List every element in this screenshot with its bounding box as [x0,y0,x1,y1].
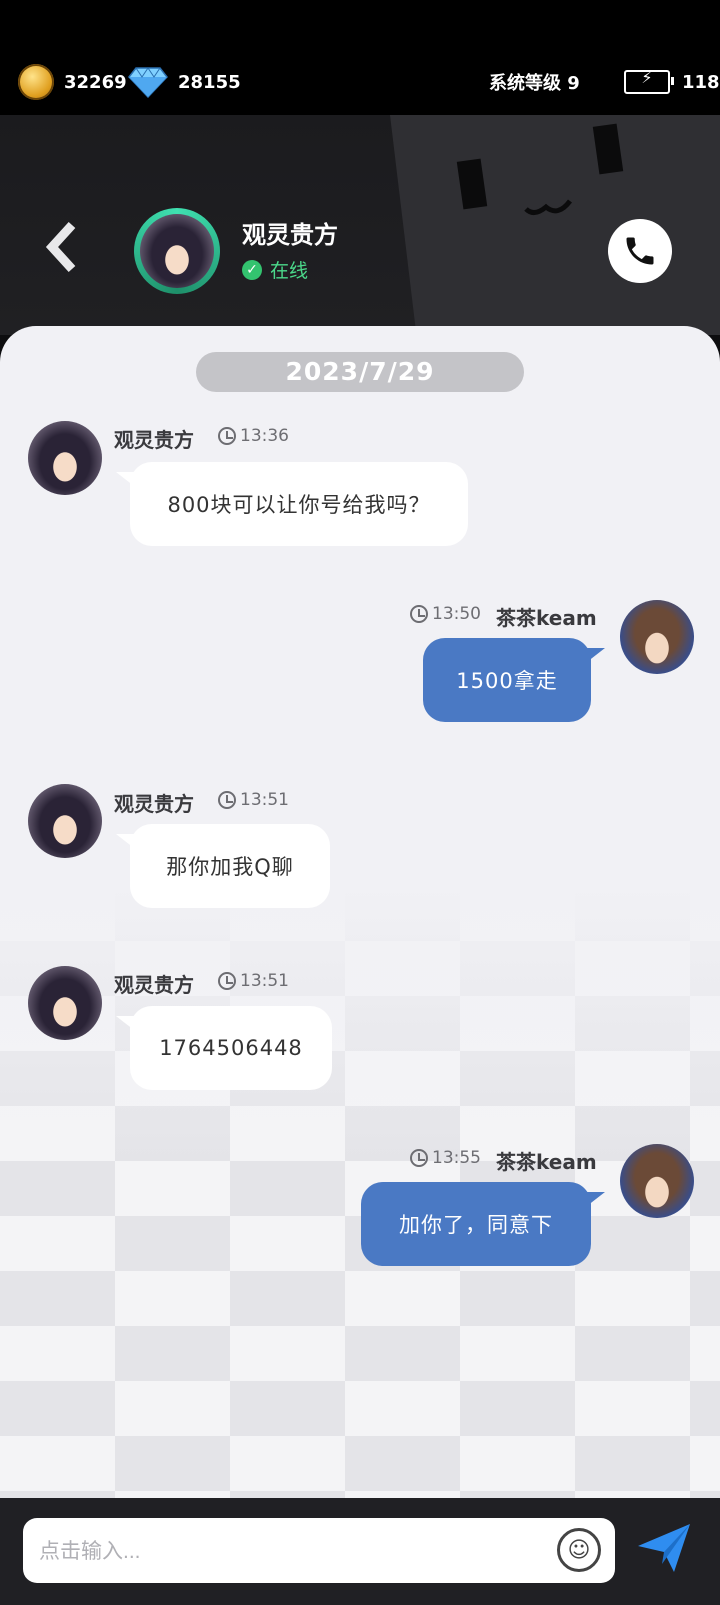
back-arrow-icon[interactable] [42,217,86,277]
time-text: 13:55 [432,1148,481,1168]
clock-icon [218,427,236,445]
system-level: 系统等级 9 [489,73,580,94]
sender-avatar[interactable] [620,600,694,674]
avatar [140,214,214,288]
check-icon: ✓ [242,259,262,280]
date-divider: 2023/7/29 [196,352,524,392]
clock-icon [218,972,236,990]
clock-icon [410,605,428,623]
online-label: 在线 [270,260,309,282]
phone-icon [626,237,654,265]
message-bubble[interactable]: 1764506448 [116,1006,332,1090]
message-time: 13:51 [218,971,289,991]
time-text: 13:36 [240,426,289,446]
message-time: 13:36 [218,426,289,446]
message-time: 13:50 [410,604,481,624]
checker-floor [0,886,720,1498]
message-time: 13:51 [218,790,289,810]
gem-counter: 28155 [128,66,241,98]
message-input-box[interactable]: ☺ [23,1518,615,1585]
energy-counter: ⚡ 118 [624,66,720,98]
clock-icon [410,1149,428,1167]
wall-background [390,115,720,335]
time-text: 13:51 [240,790,289,810]
message-time: 13:55 [410,1148,481,1168]
emoji-icon[interactable]: ☺ [557,1528,601,1572]
call-button[interactable] [608,219,672,283]
time-text: 13:51 [240,971,289,991]
contact-name: 观灵贵方 [242,221,338,249]
message-bubble[interactable]: 那你加我Q聊 [116,824,330,908]
chat-panel[interactable]: 2023/7/29 观灵贵方 13:36 800块可以让你号给我吗？ 茶茶kea… [0,326,720,1498]
clock-icon [218,791,236,809]
sender-avatar[interactable] [28,784,102,858]
chat-header [0,115,720,335]
sender-avatar[interactable] [28,421,102,495]
gem-value: 28155 [178,71,241,93]
wall-mouth [524,199,572,215]
sender-name: 观灵贵方 [114,792,194,816]
sender-name: 观灵贵方 [114,973,194,997]
sender-avatar[interactable] [28,966,102,1040]
sender-name: 茶茶keam [496,1150,597,1174]
coin-icon [18,64,54,100]
send-icon[interactable] [636,1520,692,1576]
coin-counter: 32269 [18,64,127,100]
online-status: ✓ 在线 [242,256,308,283]
contact-avatar[interactable] [134,208,220,294]
sender-name: 观灵贵方 [114,428,194,452]
message-bubble[interactable]: 加你了，同意下 [361,1182,605,1266]
time-text: 13:50 [432,604,481,624]
sender-avatar[interactable] [620,1144,694,1218]
battery-icon: ⚡ [624,68,674,94]
coin-value: 32269 [64,71,127,93]
input-bar: ☺ [0,1498,720,1605]
sender-name: 茶茶keam [496,606,597,630]
message-input[interactable] [37,1518,541,1585]
message-bubble[interactable]: 800块可以让你号给我吗？ [116,462,468,546]
status-bar: 32269 28155 系统等级 9 ⚡ 118 [0,0,720,115]
diamond-icon [128,67,168,98]
energy-value: 118 [682,71,720,93]
message-bubble[interactable]: 1500拿走 [423,638,605,722]
